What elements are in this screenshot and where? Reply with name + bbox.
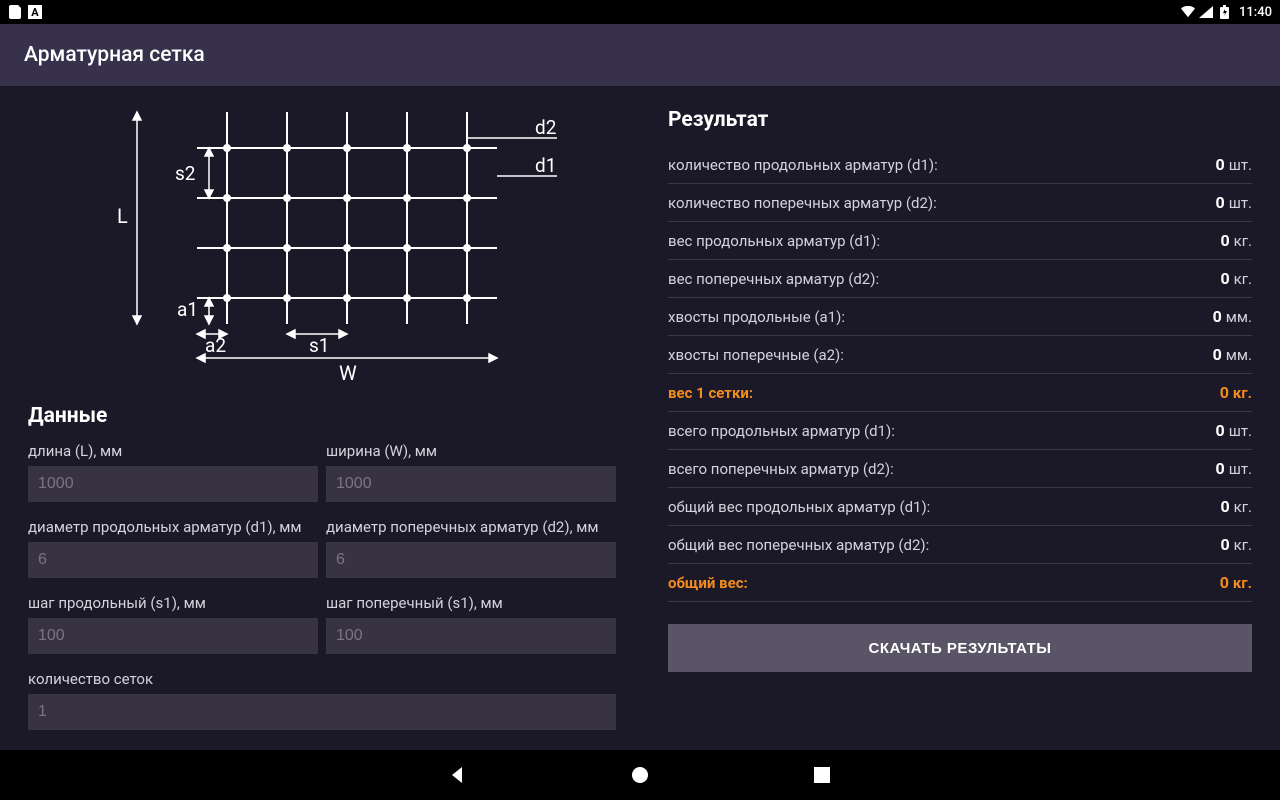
result-row: вес продольных арматур (d1): 0 кг. bbox=[668, 222, 1252, 260]
s1-label: шаг продольный (s1), мм bbox=[28, 594, 318, 612]
result-label: всего поперечных арматур (d2): bbox=[668, 460, 894, 478]
result-row: количество поперечных арматур (d2): 0шт. bbox=[668, 184, 1252, 222]
result-row: хвосты продольные (a1): 0мм. bbox=[668, 298, 1252, 336]
result-row: вес поперечных арматур (d2): 0 кг. bbox=[668, 260, 1252, 298]
result-value: 0 bbox=[1220, 383, 1229, 402]
result-unit: кг. bbox=[1233, 384, 1252, 402]
result-unit: кг. bbox=[1234, 536, 1252, 554]
result-row: количество продольных арматур (d1): 0шт. bbox=[668, 146, 1252, 184]
count-input[interactable] bbox=[28, 694, 616, 730]
d1-label: диаметр продольных арматур (d1), мм bbox=[28, 518, 318, 536]
d2-label: диаметр поперечных арматур (d2), мм bbox=[326, 518, 616, 536]
result-section-title: Результат bbox=[668, 108, 1252, 132]
result-value: 0 bbox=[1220, 573, 1229, 592]
svg-text:A: A bbox=[31, 6, 39, 19]
svg-text:d1: d1 bbox=[535, 154, 556, 177]
svg-text:a1: a1 bbox=[177, 298, 198, 321]
result-value: 0 bbox=[1220, 269, 1229, 288]
result-value: 0 bbox=[1213, 307, 1222, 326]
s2-label: шаг поперечный (s1), мм bbox=[326, 594, 616, 612]
result-value: 0 bbox=[1220, 497, 1229, 516]
svg-text:L: L bbox=[117, 204, 128, 228]
result-row: общий вес продольных арматур (d1): 0 кг. bbox=[668, 488, 1252, 526]
result-unit: кг. bbox=[1234, 232, 1252, 250]
length-input[interactable] bbox=[28, 466, 318, 502]
page-title: Арматурная сетка bbox=[24, 43, 205, 67]
result-unit: шт. bbox=[1229, 156, 1252, 174]
svg-text:a2: a2 bbox=[205, 334, 226, 357]
battery-icon bbox=[1217, 5, 1231, 19]
svg-text:d2: d2 bbox=[535, 116, 556, 139]
result-value: 0 bbox=[1220, 535, 1229, 554]
result-value: 0 bbox=[1216, 421, 1225, 440]
s1-input[interactable] bbox=[28, 618, 318, 654]
back-button[interactable] bbox=[447, 764, 469, 786]
result-label: количество продольных арматур (d1): bbox=[668, 156, 938, 174]
result-unit: кг. bbox=[1234, 498, 1252, 516]
status-time: 11:40 bbox=[1239, 5, 1272, 20]
result-label: количество поперечных арматур (d2): bbox=[668, 194, 937, 212]
sd-card-icon bbox=[8, 5, 22, 19]
width-input[interactable] bbox=[326, 466, 616, 502]
s2-input[interactable] bbox=[326, 618, 616, 654]
d2-input[interactable] bbox=[326, 542, 616, 578]
result-label: общий вес: bbox=[668, 574, 748, 592]
result-label: хвосты продольные (a1): bbox=[668, 308, 845, 326]
result-row: всего поперечных арматур (d2): 0шт. bbox=[668, 450, 1252, 488]
result-label: вес поперечных арматур (d2): bbox=[668, 270, 879, 288]
result-row: общий вес поперечных арматур (d2): 0 кг. bbox=[668, 526, 1252, 564]
result-label: общий вес поперечных арматур (d2): bbox=[668, 536, 929, 554]
download-button[interactable]: СКАЧАТЬ РЕЗУЛЬТАТЫ bbox=[668, 624, 1252, 672]
text-icon: A bbox=[28, 5, 42, 19]
result-label: общий вес продольных арматур (d1): bbox=[668, 498, 930, 516]
recent-button[interactable] bbox=[811, 764, 833, 786]
result-label: хвосты поперечные (a2): bbox=[668, 346, 844, 364]
result-label: вес продольных арматур (d1): bbox=[668, 232, 880, 250]
mesh-diagram: L W s2 bbox=[28, 108, 616, 388]
result-label: вес 1 сетки: bbox=[668, 384, 753, 402]
app-bar: Арматурная сетка bbox=[0, 24, 1280, 86]
result-value: 0 bbox=[1220, 231, 1229, 250]
d1-input[interactable] bbox=[28, 542, 318, 578]
result-label: всего продольных арматур (d1): bbox=[668, 422, 895, 440]
data-section-title: Данные bbox=[28, 404, 616, 428]
home-button[interactable] bbox=[629, 764, 651, 786]
result-unit: шт. bbox=[1229, 422, 1252, 440]
status-bar: A 11:40 bbox=[0, 0, 1280, 24]
result-value: 0 bbox=[1216, 155, 1225, 174]
result-row: хвосты поперечные (a2): 0мм. bbox=[668, 336, 1252, 374]
svg-text:s1: s1 bbox=[309, 334, 329, 357]
svg-text:s2: s2 bbox=[175, 162, 195, 185]
width-label: ширина (W), мм bbox=[326, 442, 616, 460]
result-row: всего продольных арматур (d1): 0шт. bbox=[668, 412, 1252, 450]
svg-text:W: W bbox=[339, 361, 357, 385]
result-unit: кг. bbox=[1233, 574, 1252, 592]
wifi-icon bbox=[1181, 5, 1195, 19]
result-value: 0 bbox=[1213, 345, 1222, 364]
count-label: количество сеток bbox=[28, 670, 616, 688]
result-value: 0 bbox=[1216, 193, 1225, 212]
length-label: длина (L), мм bbox=[28, 442, 318, 460]
result-value: 0 bbox=[1216, 459, 1225, 478]
result-unit: шт. bbox=[1229, 194, 1252, 212]
result-row: общий вес: 0кг. bbox=[668, 564, 1252, 602]
nav-bar bbox=[0, 750, 1280, 800]
result-unit: мм. bbox=[1226, 308, 1252, 326]
signal-icon bbox=[1199, 5, 1213, 19]
result-row: вес 1 сетки: 0кг. bbox=[668, 374, 1252, 412]
result-unit: шт. bbox=[1229, 460, 1252, 478]
result-unit: кг. bbox=[1234, 270, 1252, 288]
result-unit: мм. bbox=[1226, 346, 1252, 364]
